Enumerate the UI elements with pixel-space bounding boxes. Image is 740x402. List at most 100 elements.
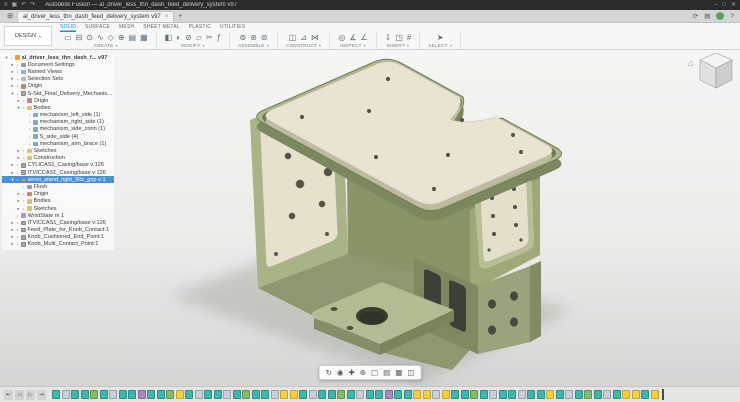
new-component-icon[interactable]: ▭: [64, 33, 72, 42]
timeline-warning-icon[interactable]: [622, 390, 630, 399]
grid-settings-icon[interactable]: ▦: [395, 368, 402, 377]
undo-icon[interactable]: ↶: [21, 0, 26, 10]
browser-tree-row[interactable]: ▸●Selection Sets: [2, 76, 114, 83]
timeline-sketch-icon[interactable]: [613, 390, 621, 399]
timeline-feature-icon[interactable]: [309, 390, 317, 399]
visibility-dot-icon[interactable]: ●: [27, 127, 32, 131]
visibility-dot-icon[interactable]: ●: [21, 192, 26, 196]
timeline-component-icon[interactable]: [584, 390, 592, 399]
fit-icon[interactable]: ▢: [371, 368, 378, 377]
browser-tree-row[interactable]: ▸●Knob_Multi_Contact_Point:1: [2, 241, 114, 248]
browser-tree-row[interactable]: ●S_side_side (4): [2, 133, 114, 140]
visibility-dot-icon[interactable]: ●: [21, 207, 26, 211]
timeline-joint-icon[interactable]: [138, 390, 146, 399]
timeline-component-icon[interactable]: [337, 390, 345, 399]
timeline-sketch-icon[interactable]: [252, 390, 260, 399]
timeline-sketch-icon[interactable]: [128, 390, 136, 399]
pan-icon[interactable]: ✚: [348, 368, 354, 377]
timeline-sketch-icon[interactable]: [537, 390, 545, 399]
ribbon-tab-utilities[interactable]: UTILITIES: [220, 23, 245, 32]
display-settings-icon[interactable]: ▤: [383, 368, 390, 377]
close-tab-icon[interactable]: ×: [165, 14, 169, 20]
timeline-sketch-icon[interactable]: [366, 390, 374, 399]
visibility-dot-icon[interactable]: ●: [15, 63, 20, 67]
timeline-sketch-icon[interactable]: [461, 390, 469, 399]
construction-point-icon[interactable]: ⋈: [311, 33, 319, 42]
view-cube[interactable]: [700, 53, 732, 88]
go-to-start-icon[interactable]: ⇤: [4, 390, 13, 400]
visibility-dot-icon[interactable]: ●: [21, 149, 26, 153]
browser-tree-row[interactable]: ▸●Sketches: [2, 147, 114, 154]
browser-tree-row[interactable]: ▾●al_driver_less_thn_dash_f... v97: [2, 54, 114, 61]
browser-tree-row[interactable]: ▸●Origin: [2, 191, 114, 198]
timeline-warning-icon[interactable]: [546, 390, 554, 399]
timeline-feature-icon[interactable]: [271, 390, 279, 399]
section-analysis-icon[interactable]: ∠: [360, 33, 367, 42]
timeline-warning-icon[interactable]: [176, 390, 184, 399]
browser-tree-row[interactable]: ▾●Bodies: [2, 104, 114, 111]
visibility-dot-icon[interactable]: ●: [21, 199, 26, 203]
browser-tree-row[interactable]: ▸●Origin: [2, 97, 114, 104]
visibility-dot-icon[interactable]: ●: [15, 228, 20, 232]
ribbon-group-label[interactable]: MODIFY▾: [181, 43, 205, 48]
ribbon-group-label[interactable]: CONSTRUCT▾: [286, 43, 321, 48]
timeline-sketch-icon[interactable]: [318, 390, 326, 399]
notifications-icon[interactable]: ▤: [704, 12, 710, 20]
timeline-feature-icon[interactable]: [432, 390, 440, 399]
timeline-sketch-icon[interactable]: [508, 390, 516, 399]
timeline-sketch-icon[interactable]: [404, 390, 412, 399]
browser-tree-row[interactable]: ▸●Construction: [2, 155, 114, 162]
extrude-icon[interactable]: ⊟: [76, 33, 83, 42]
ribbon-group-label[interactable]: CREATE▾: [94, 43, 118, 48]
timeline-feature-icon[interactable]: [518, 390, 526, 399]
browser-tree-row[interactable]: ●WristState m 1: [2, 212, 114, 219]
visibility-dot-icon[interactable]: ●: [15, 70, 20, 74]
browser-tree-row[interactable]: ●mechanism_side_conn (1): [2, 126, 114, 133]
joint-icon[interactable]: ⊛: [250, 33, 257, 42]
press-pull-icon[interactable]: ◧: [165, 33, 173, 42]
timeline-feature-icon[interactable]: [109, 390, 117, 399]
timeline-component-icon[interactable]: [90, 390, 98, 399]
thread-icon[interactable]: ▤: [129, 33, 137, 42]
construction-plane-icon[interactable]: ◫: [289, 33, 297, 42]
timeline-sketch-icon[interactable]: [52, 390, 60, 399]
timeline-sketch-icon[interactable]: [185, 390, 193, 399]
visibility-dot-icon[interactable]: ●: [21, 185, 26, 189]
timeline-sketch-icon[interactable]: [575, 390, 583, 399]
timeline-feature-icon[interactable]: [565, 390, 573, 399]
browser-tree-row[interactable]: ▸●Document Settings: [2, 61, 114, 68]
new-tab-button[interactable]: +: [178, 13, 182, 20]
browser-tree-row[interactable]: ▸●Knob_Cushioned_End_Point:1: [2, 234, 114, 241]
visibility-dot-icon[interactable]: ●: [15, 163, 20, 167]
timeline-component-icon[interactable]: [470, 390, 478, 399]
timeline-sketch-icon[interactable]: [261, 390, 269, 399]
interference-icon[interactable]: ∡: [349, 33, 356, 42]
pattern-icon[interactable]: ▦: [140, 33, 148, 42]
timeline-sketch-icon[interactable]: [394, 390, 402, 399]
step-back-icon[interactable]: ◁: [15, 390, 24, 400]
split-body-icon[interactable]: ✂: [206, 33, 213, 42]
user-avatar[interactable]: [716, 12, 724, 20]
step-forward-icon[interactable]: ⇥: [37, 390, 46, 400]
shell-icon[interactable]: ⊘: [185, 33, 192, 42]
visibility-dot-icon[interactable]: ●: [15, 242, 20, 246]
browser-tree-row[interactable]: ▸●Sketches: [2, 205, 114, 212]
timeline-sketch-icon[interactable]: [556, 390, 564, 399]
zoom-icon[interactable]: ⊕: [360, 368, 366, 377]
insert-mesh-icon[interactable]: #: [407, 33, 411, 42]
decal-icon[interactable]: ◳: [395, 33, 403, 42]
data-panel-toggle-icon[interactable]: ⊞: [3, 12, 17, 20]
ribbon-tab-solid[interactable]: SOLID: [60, 23, 76, 32]
visibility-dot-icon[interactable]: ●: [27, 142, 32, 146]
timeline-feature-icon[interactable]: [62, 390, 70, 399]
browser-tree-row[interactable]: ●mechanism_arm_brace (1): [2, 140, 114, 147]
browser-tree-row[interactable]: ●mechanism_right_side (1): [2, 119, 114, 126]
revolve-icon[interactable]: ⊙: [86, 33, 93, 42]
visibility-dot-icon[interactable]: ●: [15, 84, 20, 88]
home-icon[interactable]: ⌂: [688, 58, 693, 68]
visibility-dot-icon[interactable]: ●: [15, 221, 20, 225]
rigid-group-icon[interactable]: ⊜: [261, 33, 268, 42]
visibility-dot-icon[interactable]: ●: [15, 235, 20, 239]
save-icon[interactable]: ▣: [12, 0, 18, 10]
browser-tree-row[interactable]: ▸●Feed_Plate_for_Knob_Contact:1: [2, 227, 114, 234]
